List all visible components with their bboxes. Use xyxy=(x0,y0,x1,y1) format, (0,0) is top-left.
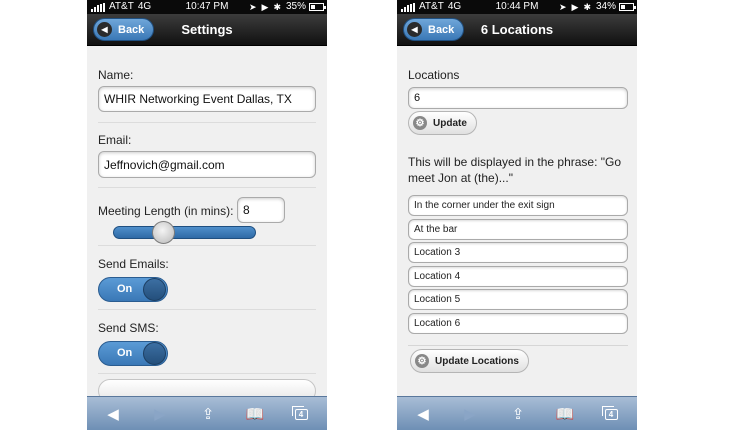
update-locations-label: Update Locations xyxy=(435,355,519,367)
slider-handle[interactable] xyxy=(152,221,175,244)
toggle-knob xyxy=(143,278,166,301)
toggle-state: On xyxy=(117,283,133,295)
share-icon[interactable]: ⇪ xyxy=(503,397,533,430)
locations-form: Locations 6 ⚙ Update This will be displa… xyxy=(397,47,637,396)
locations-count-input[interactable]: 6 xyxy=(408,87,628,109)
location-input-4[interactable]: Location 4 xyxy=(408,266,628,287)
locations-screen: AT&T 4G 10:44 PM ➤ ▶ ✱ 34% 6 Locations ◀… xyxy=(397,0,637,430)
send-sms-group: Send SMS: On xyxy=(98,310,316,374)
email-field-group: Email: Jeffnovich@gmail.com xyxy=(98,123,316,188)
meeting-length-group: Meeting Length (in mins): 8 xyxy=(98,188,316,246)
battery-icon xyxy=(309,3,326,11)
send-emails-group: Send Emails: On xyxy=(98,246,316,310)
partial-button[interactable] xyxy=(98,379,316,396)
meeting-length-label: Meeting Length (in mins): xyxy=(98,204,234,218)
location-input-6[interactable]: Location 6 xyxy=(408,313,628,334)
location-input-1[interactable]: In the corner under the exit sign xyxy=(408,195,628,216)
name-field-group: Name: WHIR Networking Event Dallas, TX xyxy=(98,47,316,123)
play-icon: ▶ xyxy=(261,2,269,12)
divider xyxy=(408,345,628,346)
update-locations-button[interactable]: ⚙ Update Locations xyxy=(410,349,529,373)
send-emails-toggle[interactable]: On xyxy=(98,277,168,302)
battery-percent: 34% xyxy=(595,1,616,12)
update-label: Update xyxy=(433,117,467,129)
status-bar: AT&T 4G 10:44 PM ➤ ▶ ✱ 34% xyxy=(397,0,637,14)
back-label: Back xyxy=(118,23,145,36)
location-arrow-icon: ➤ xyxy=(248,2,257,12)
gear-icon: ⚙ xyxy=(415,354,429,368)
back-arrow-icon[interactable]: ◀ xyxy=(408,397,438,430)
back-arrow-icon[interactable]: ◀ xyxy=(98,397,128,430)
location-input-5[interactable]: Location 5 xyxy=(408,289,628,310)
back-arrow-icon: ◀ xyxy=(97,22,112,37)
battery-percent: 35% xyxy=(285,1,306,12)
update-button[interactable]: ⚙ Update xyxy=(408,111,477,135)
name-input[interactable]: WHIR Networking Event Dallas, TX xyxy=(98,86,316,112)
name-label: Name: xyxy=(98,68,134,82)
bluetooth-icon: ✱ xyxy=(273,2,281,12)
back-button[interactable]: ◀ Back xyxy=(403,18,465,41)
back-button[interactable]: ◀ Back xyxy=(93,18,155,41)
tabs-button[interactable]: 4 xyxy=(286,397,316,430)
settings-screen: AT&T 4G 10:47 PM ➤ ▶ ✱ 35% Settings ◀ Ba… xyxy=(87,0,327,430)
browser-toolbar: ◀ ▶ ⇪ 📖 4 xyxy=(87,396,327,430)
forward-arrow-icon[interactable]: ▶ xyxy=(455,397,485,430)
toggle-knob xyxy=(143,342,166,365)
play-icon: ▶ xyxy=(571,2,579,12)
meeting-length-slider[interactable] xyxy=(113,226,256,239)
battery-icon xyxy=(619,3,636,11)
back-arrow-icon: ◀ xyxy=(407,22,422,37)
email-label: Email: xyxy=(98,133,132,147)
locations-label: Locations xyxy=(408,68,460,82)
settings-form: Name: WHIR Networking Event Dallas, TX E… xyxy=(87,47,327,396)
location-arrow-icon: ➤ xyxy=(558,2,567,12)
bookmarks-icon[interactable]: 📖 xyxy=(550,397,580,430)
tabs-icon: 4 xyxy=(601,405,618,420)
forward-arrow-icon[interactable]: ▶ xyxy=(145,397,175,430)
location-input-3[interactable]: Location 3 xyxy=(408,242,628,263)
toggle-state: On xyxy=(117,347,133,359)
browser-toolbar: ◀ ▶ ⇪ 📖 4 xyxy=(397,396,637,430)
nav-header: Settings ◀ Back xyxy=(87,14,327,46)
nav-header: 6 Locations ◀ Back xyxy=(397,14,637,46)
tabs-icon: 4 xyxy=(291,405,308,420)
location-input-2[interactable]: At the bar xyxy=(408,219,628,240)
email-input[interactable]: Jeffnovich@gmail.com xyxy=(98,151,316,178)
gear-icon: ⚙ xyxy=(413,116,427,130)
back-label: Back xyxy=(428,23,455,36)
share-icon[interactable]: ⇪ xyxy=(193,397,223,430)
tabs-button[interactable]: 4 xyxy=(596,397,626,430)
phrase-text: This will be displayed in the phrase: "G… xyxy=(408,155,622,185)
send-emails-label: Send Emails: xyxy=(98,257,169,271)
send-sms-label: Send SMS: xyxy=(98,321,159,335)
meeting-length-input[interactable]: 8 xyxy=(237,197,285,223)
bookmarks-icon[interactable]: 📖 xyxy=(240,397,270,430)
bluetooth-icon: ✱ xyxy=(583,2,591,12)
status-bar: AT&T 4G 10:47 PM ➤ ▶ ✱ 35% xyxy=(87,0,327,14)
send-sms-toggle[interactable]: On xyxy=(98,341,168,366)
